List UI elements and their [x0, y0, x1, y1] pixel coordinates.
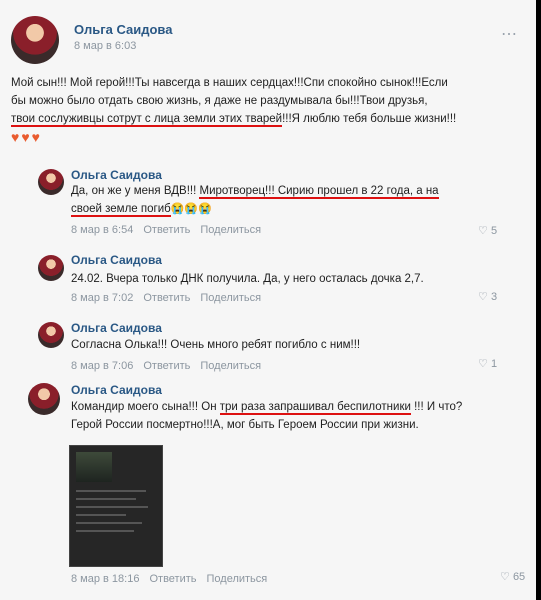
comment-date[interactable]: 8 мар в 18:16	[71, 573, 139, 585]
comment-author[interactable]: Ольга Саидова	[71, 383, 162, 397]
crying-emoji-icon: 😭😭😭	[170, 203, 212, 215]
post-text-underlined: твои сослуживцы сотрут с лица земли этих…	[11, 113, 283, 127]
comment-meta: 8 мар в 7:06 Ответить Поделиться	[71, 360, 271, 372]
comment-text: Командир моего сына!!! Он три раза запра…	[71, 398, 531, 434]
comment-text-line-1: Да, он же у меня ВДВ!!! Миротворец!!! Си…	[71, 182, 511, 200]
image-text-line	[76, 514, 126, 516]
heart-outline-icon: ♡	[478, 225, 488, 237]
comment-author[interactable]: Ольга Саидова	[71, 168, 162, 182]
comment-text-rest: !!! И что?	[410, 401, 463, 413]
comment-avatar[interactable]	[38, 322, 64, 348]
image-text-line	[76, 490, 146, 492]
comment-text-plain: Да, он же у меня ВДВ!!!	[71, 185, 200, 197]
post-text: Мой сын!!! Мой герой!!!Ты навсегда в наш…	[11, 74, 526, 146]
like-button[interactable]: ♡ 5	[478, 224, 497, 237]
post-text-rest: !!!Я люблю тебя больше жизни!!!	[282, 113, 457, 125]
like-button[interactable]: ♡ 3	[478, 290, 497, 303]
reply-link[interactable]: Ответить	[143, 292, 190, 304]
share-link[interactable]: Поделиться	[200, 360, 261, 372]
comment-text-line-2: своей земле погиб😭😭😭	[71, 200, 511, 218]
comment-text: Согласна Олька!!! Очень много ребят поги…	[71, 339, 361, 351]
comment-avatar[interactable]	[28, 383, 60, 415]
comment-text: 24.02. Вчера только ДНК получила. Да, у …	[71, 273, 424, 285]
comment-text-plain: Командир моего сына!!! Он	[71, 401, 220, 413]
image-text-line	[76, 506, 148, 508]
post-card: Ольга Саидова 8 мар в 6:03 ⋯ Мой сын!!! …	[0, 0, 536, 600]
image-text-line	[76, 522, 142, 524]
comment-avatar[interactable]	[38, 255, 64, 281]
comment-text-underlined: три раза запрашивал беспилотники	[219, 401, 411, 415]
share-link[interactable]: Поделиться	[200, 292, 261, 304]
reply-link[interactable]: Ответить	[149, 573, 196, 585]
post-date[interactable]: 8 мар в 6:03	[74, 40, 136, 52]
post-text-line-1: Мой сын!!! Мой герой!!!Ты навсегда в наш…	[11, 77, 448, 89]
like-count: 65	[512, 571, 526, 583]
comment-author[interactable]: Ольга Саидова	[71, 321, 162, 335]
comment-text-underlined: своей земле погиб	[71, 203, 171, 217]
like-button[interactable]: ♡ 65	[500, 570, 525, 583]
like-button[interactable]: ♡ 1	[478, 357, 497, 370]
share-link[interactable]: Поделиться	[200, 224, 261, 236]
comment-meta: 8 мар в 6:54 Ответить Поделиться	[71, 224, 271, 236]
comment-date[interactable]: 8 мар в 6:54	[71, 224, 133, 236]
comment-text: Да, он же у меня ВДВ!!! Миротворец!!! Си…	[71, 182, 511, 218]
post-text-line-2: бы можно было отдать свою жизнь, я даже …	[11, 95, 428, 107]
comment-date[interactable]: 8 мар в 7:06	[71, 360, 133, 372]
post-avatar[interactable]	[11, 16, 59, 64]
heart-emoji-icon: ♥♥♥	[11, 129, 42, 145]
heart-outline-icon: ♡	[478, 291, 488, 303]
comment-text-underlined: Миротворец!!! Сирию прошел в 22 года, а …	[199, 185, 439, 199]
attached-image[interactable]	[69, 445, 163, 567]
share-link[interactable]: Поделиться	[207, 573, 268, 585]
soldier-photo	[76, 452, 112, 482]
more-options-icon[interactable]: ⋯	[501, 24, 518, 44]
comment-author[interactable]: Ольга Саидова	[71, 253, 162, 267]
like-count: 5	[490, 225, 498, 237]
comment-meta: 8 мар в 7:02 Ответить Поделиться	[71, 292, 271, 304]
comment-text-line-2: Герой России посмертно!!!А, мог быть Гер…	[71, 419, 419, 431]
comment-meta: 8 мар в 18:16 Ответить Поделиться	[71, 573, 277, 585]
post-text-line-3: твои сослуживцы сотрут с лица земли этих…	[11, 110, 526, 128]
image-text-line	[76, 530, 134, 532]
image-text-line	[76, 498, 136, 500]
comment-text-line-1: Командир моего сына!!! Он три раза запра…	[71, 398, 531, 416]
post-author[interactable]: Ольга Саидова	[74, 22, 172, 37]
like-count: 3	[490, 291, 498, 303]
comment-avatar[interactable]	[38, 169, 64, 195]
reply-link[interactable]: Ответить	[143, 224, 190, 236]
heart-outline-icon: ♡	[478, 358, 488, 370]
heart-outline-icon: ♡	[500, 571, 510, 583]
comment-date[interactable]: 8 мар в 7:02	[71, 292, 133, 304]
like-count: 1	[490, 358, 498, 370]
reply-link[interactable]: Ответить	[143, 360, 190, 372]
